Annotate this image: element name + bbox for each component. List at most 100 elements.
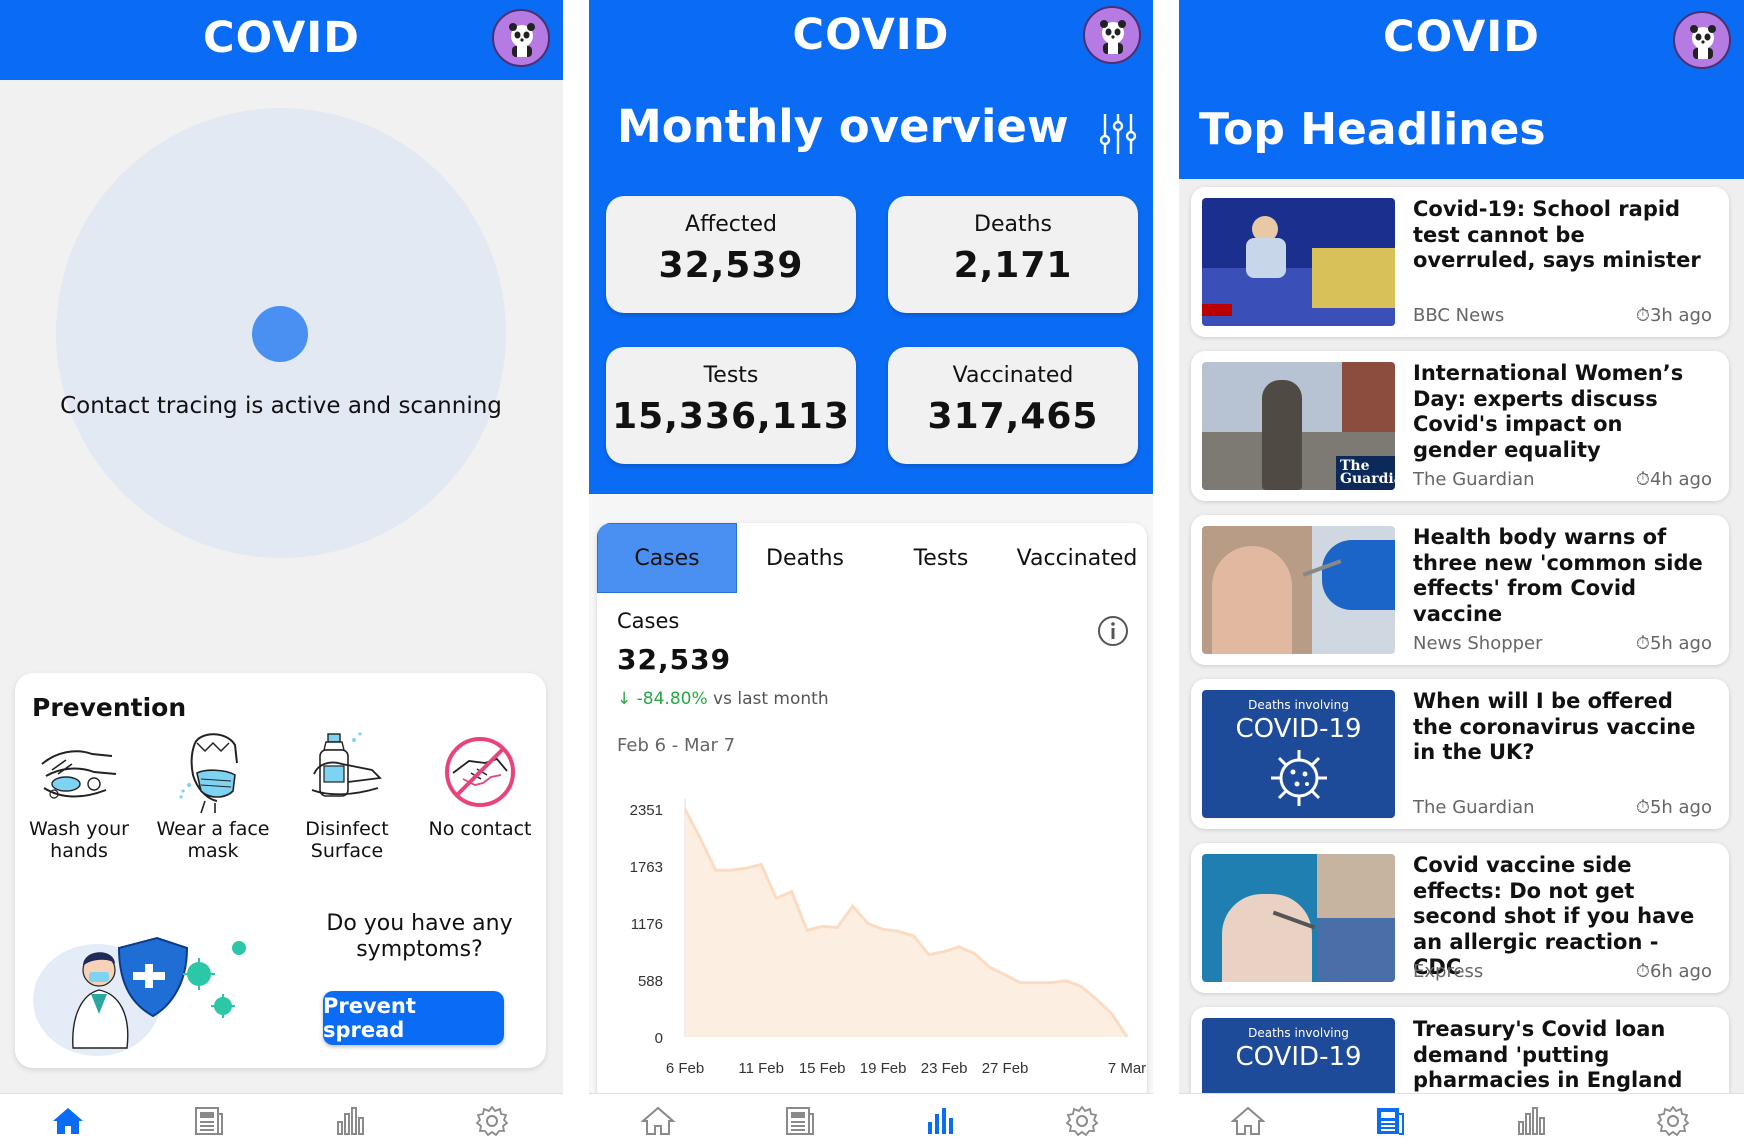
nav-news[interactable] bbox=[192, 1106, 226, 1136]
tracing-dot bbox=[252, 306, 308, 362]
nav-home[interactable] bbox=[641, 1106, 675, 1136]
tab-deaths[interactable]: Deaths bbox=[737, 523, 873, 593]
news-card[interactable]: Health body warns of three new 'common s… bbox=[1191, 515, 1729, 665]
news-time: ⏱5h ago bbox=[1635, 797, 1712, 818]
stat-card-tests: Tests 15,336,113 bbox=[606, 347, 856, 464]
chart-metric-label: Cases bbox=[617, 609, 680, 633]
stat-label: Affected bbox=[685, 212, 777, 237]
news-thumbnail bbox=[1202, 854, 1395, 982]
avatar[interactable] bbox=[492, 9, 550, 67]
news-card[interactable]: Deaths involving COVID-19 When will I be… bbox=[1191, 679, 1729, 829]
stat-value: 2,171 bbox=[953, 245, 1073, 286]
news-source: News Shopper bbox=[1413, 633, 1543, 654]
headlines-screen: COVID Top Headlines Covid-19: School rap… bbox=[1179, 0, 1744, 1146]
nav-stats[interactable] bbox=[1515, 1106, 1549, 1136]
prevention-label: Wear a face mask bbox=[156, 818, 270, 862]
tab-vaccinated[interactable]: Vaccinated bbox=[1007, 523, 1147, 593]
settings-icon bbox=[1065, 1106, 1099, 1136]
nav-settings[interactable] bbox=[1656, 1106, 1690, 1136]
stat-card-deaths: Deaths 2,171 bbox=[888, 196, 1138, 313]
avatar[interactable] bbox=[1083, 6, 1141, 64]
prevention-item-nocontact[interactable]: No contact bbox=[418, 728, 542, 840]
news-source: The Guardian bbox=[1413, 469, 1535, 490]
x-tick-label: 15 Feb bbox=[799, 1060, 846, 1077]
home-icon bbox=[641, 1106, 675, 1135]
thumb-heading: COVID-19 bbox=[1235, 714, 1362, 744]
news-time: ⏱3h ago bbox=[1635, 305, 1712, 326]
symptoms-question: Do you have any symptoms? bbox=[326, 911, 513, 962]
x-tick-label: 7 Mar bbox=[1108, 1060, 1146, 1077]
tracing-status: Contact tracing is active and scanning bbox=[60, 393, 502, 419]
home-screen: COVID Contact tracing is active and scan… bbox=[0, 0, 563, 1146]
settings-icon bbox=[1656, 1106, 1690, 1136]
app-header: COVID bbox=[0, 0, 563, 80]
stat-value: 15,336,113 bbox=[612, 396, 850, 437]
no-handshake-icon bbox=[445, 737, 515, 807]
news-time: ⏱4h ago bbox=[1635, 469, 1712, 490]
news-source: The Guardian bbox=[1413, 797, 1535, 818]
chart-metric-value: 32,539 bbox=[617, 643, 732, 676]
x-tick-label: 27 Feb bbox=[982, 1060, 1029, 1077]
clock-icon: ⏱ bbox=[1635, 961, 1650, 982]
app-title: COVID bbox=[1383, 12, 1540, 62]
filter-sliders-icon[interactable] bbox=[1097, 112, 1139, 156]
date-range: Feb 6 - Mar 7 bbox=[617, 735, 736, 756]
y-tick-label: 0 bbox=[655, 1030, 663, 1047]
news-card[interactable]: The Guardia International Women’s Day: e… bbox=[1191, 351, 1729, 501]
x-tick-label: 11 Feb bbox=[738, 1060, 784, 1077]
y-tick-label: 1763 bbox=[630, 859, 663, 876]
stat-card-affected: Affected 32,539 bbox=[606, 196, 856, 313]
tab-tests[interactable]: Tests bbox=[873, 523, 1009, 593]
avatar[interactable] bbox=[1673, 11, 1731, 69]
news-time: ⏱6h ago bbox=[1635, 961, 1712, 982]
nav-settings[interactable] bbox=[1065, 1106, 1099, 1136]
app-title: COVID bbox=[792, 10, 950, 60]
prevention-item-mask[interactable]: Wear a face mask bbox=[151, 728, 275, 862]
news-card[interactable]: Covid-19: School rapid test cannot be ov… bbox=[1191, 187, 1729, 337]
prevention-item-disinfect[interactable]: Disinfect Surface bbox=[285, 728, 409, 862]
news-title: Health body warns of three new 'common s… bbox=[1413, 525, 1703, 626]
clock-icon: ⏱ bbox=[1635, 469, 1650, 490]
nav-home[interactable] bbox=[51, 1106, 85, 1136]
cases-chart: 0 588 1176 1763 2351 6 Feb 11 Feb 15 Feb 19 Feb 2… bbox=[630, 799, 1146, 1077]
nav-news[interactable] bbox=[1373, 1106, 1407, 1136]
prevent-spread-button[interactable]: Prevent spread bbox=[323, 991, 504, 1045]
guardian-logo: The Guardia bbox=[1336, 456, 1395, 490]
x-tick-label: 23 Feb bbox=[921, 1060, 968, 1077]
chart-card: Cases Deaths Tests Vaccinated Cases 32,5… bbox=[597, 523, 1147, 1103]
nav-home[interactable] bbox=[1231, 1106, 1265, 1136]
news-time: ⏱5h ago bbox=[1635, 633, 1712, 654]
prevention-label: No contact bbox=[428, 818, 532, 840]
bottom-nav bbox=[0, 1093, 563, 1146]
nav-stats[interactable] bbox=[334, 1106, 368, 1136]
stat-card-vaccinated: Vaccinated 317,465 bbox=[888, 347, 1138, 464]
panda-icon bbox=[1690, 25, 1716, 59]
news-thumbnail: Deaths involving COVID-19 bbox=[1202, 690, 1395, 818]
news-icon bbox=[1377, 1108, 1404, 1135]
nav-stats[interactable] bbox=[924, 1106, 958, 1136]
cases-area bbox=[685, 809, 1127, 1037]
headlines-title: Top Headlines bbox=[1199, 104, 1546, 155]
stat-value: 317,465 bbox=[927, 396, 1099, 437]
x-tick-label: 6 Feb bbox=[666, 1060, 704, 1077]
prevention-label: Disinfect Surface bbox=[305, 818, 389, 862]
stat-label: Tests bbox=[703, 363, 759, 388]
overview-screen: COVID Monthly overview Affected 32,539 D… bbox=[589, 0, 1153, 1146]
info-icon[interactable] bbox=[1097, 615, 1129, 647]
tab-cases[interactable]: Cases bbox=[597, 523, 737, 593]
y-tick-label: 1176 bbox=[631, 916, 663, 933]
news-title: International Women’s Day: experts discu… bbox=[1413, 361, 1684, 462]
thumb-caption: Deaths involving bbox=[1248, 1026, 1349, 1040]
panda-icon bbox=[509, 23, 535, 57]
news-card[interactable]: Covid vaccine side effects: Do not get s… bbox=[1191, 843, 1729, 993]
y-tick-label: 588 bbox=[638, 973, 663, 990]
prevention-item-wash[interactable]: Wash your hands bbox=[17, 728, 141, 862]
home-icon bbox=[53, 1108, 83, 1134]
thumb-caption: Deaths involving bbox=[1248, 698, 1349, 712]
nav-settings[interactable] bbox=[475, 1106, 509, 1136]
face-mask-icon bbox=[179, 733, 238, 814]
news-source: Express bbox=[1413, 961, 1484, 982]
stats-icon bbox=[1518, 1107, 1545, 1135]
nav-news[interactable] bbox=[783, 1106, 817, 1136]
stat-label: Deaths bbox=[974, 212, 1052, 237]
